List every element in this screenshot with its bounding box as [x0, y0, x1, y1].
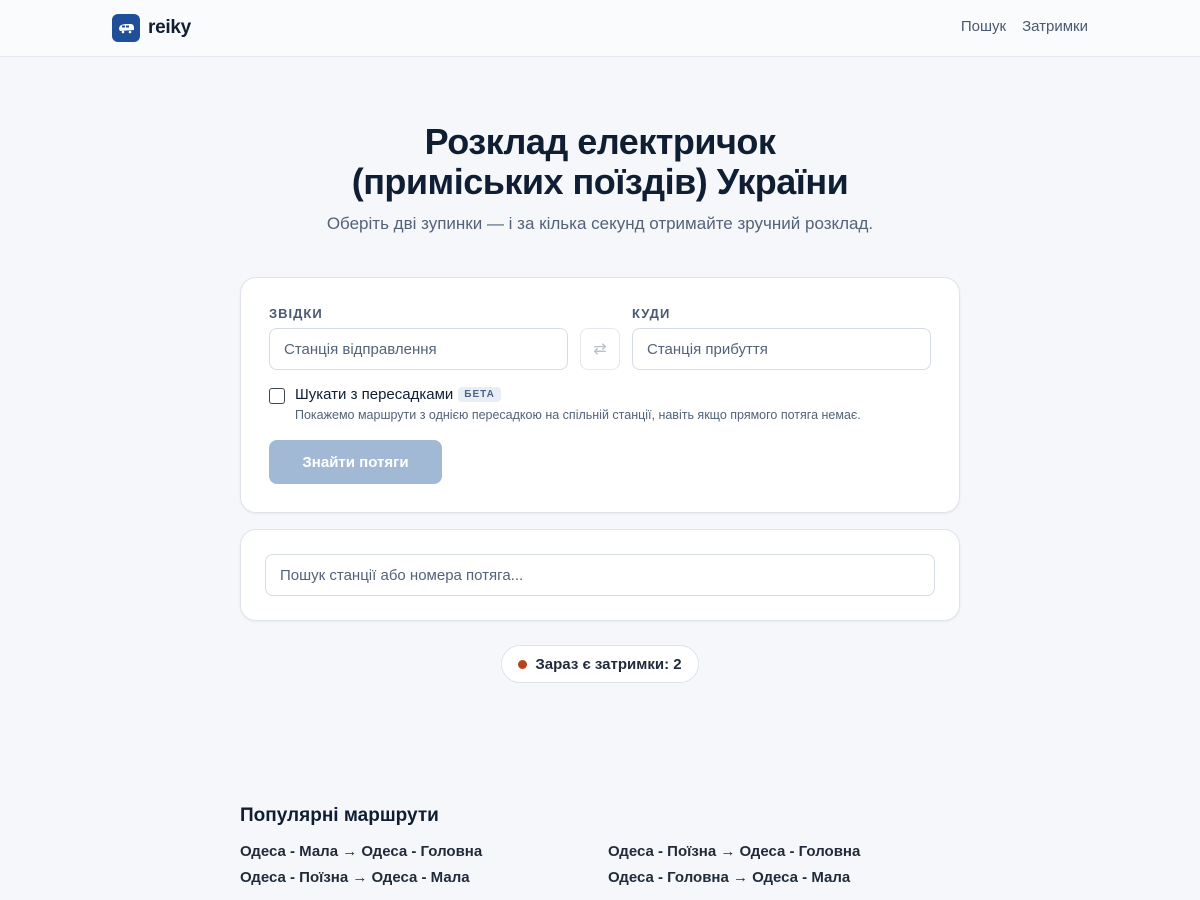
route-search-card: ЗВІДКИ ⇄ КУДИ Шукати з пересадками БЕТА … — [240, 277, 960, 513]
transfers-label-row[interactable]: Шукати з пересадками БЕТА — [295, 386, 501, 403]
to-station-input[interactable] — [632, 328, 931, 370]
popular-route-link[interactable]: Одеса - Головна → Одеса - Мала — [608, 869, 960, 887]
popular-route-link[interactable]: Одеса - Мала → Одеса - Головна — [240, 843, 608, 861]
popular-route-link[interactable]: Одеса - Поїзна → Одеса - Головна — [608, 843, 960, 861]
swap-stations-button[interactable]: ⇄ — [580, 328, 620, 370]
beta-badge: БЕТА — [458, 387, 501, 402]
nav-search-link[interactable]: Пошук — [961, 18, 1006, 35]
train-logo-icon — [112, 14, 140, 42]
page-title-line-2: (приміських поїздів) України — [351, 161, 849, 202]
to-label: КУДИ — [632, 306, 671, 321]
transfers-hint: Покажемо маршрути з однією пересадкою на… — [295, 408, 861, 422]
swap-arrows-icon: ⇄ — [593, 341, 607, 358]
station-or-train-search-input[interactable] — [265, 554, 935, 596]
delay-status-dot-icon — [518, 659, 528, 669]
main-nav: Пошук Затримки — [961, 18, 1088, 35]
page-subtitle: Оберіть дві зупинки — і за кілька секунд… — [326, 214, 874, 233]
transfers-label: Шукати з пересадками — [295, 386, 454, 403]
find-trains-button[interactable]: Знайти потяги — [269, 440, 442, 484]
logo-text: reiky — [148, 17, 191, 38]
from-label: ЗВІДКИ — [269, 306, 323, 321]
popular-routes-title: Популярні маршрути — [240, 805, 439, 826]
top-header: reiky Пошук Затримки — [0, 0, 1200, 57]
popular-routes-list: Одеса - Мала → Одеса - Головна Одеса - П… — [240, 843, 960, 887]
delays-status-pill[interactable]: Зараз є затримки: 2 — [501, 645, 699, 683]
delays-status-text: Зараз є затримки: 2 — [535, 655, 682, 673]
page-title: Розклад електричок (приміських поїздів) … — [0, 122, 1200, 202]
quick-search-card — [240, 529, 960, 621]
page-title-line-1: Розклад електричок — [424, 121, 776, 162]
from-station-input[interactable] — [269, 328, 568, 370]
logo[interactable]: reiky — [112, 14, 191, 42]
nav-delays-link[interactable]: Затримки — [1022, 18, 1088, 35]
transfers-checkbox[interactable] — [269, 388, 285, 404]
popular-route-link[interactable]: Одеса - Поїзна → Одеса - Мала — [240, 869, 608, 887]
